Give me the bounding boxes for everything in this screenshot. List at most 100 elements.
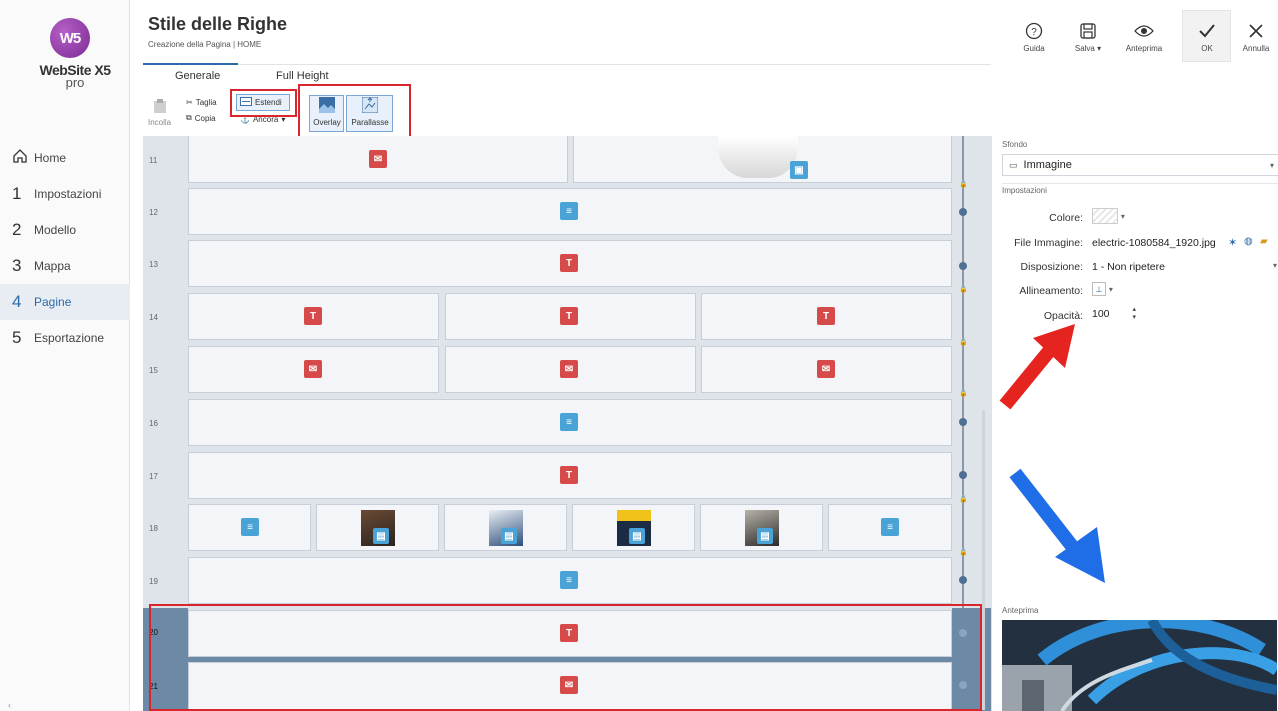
folder-icon[interactable]: ▰ [1260,236,1268,247]
cancel-label: Annulla [1242,44,1270,53]
row-number: 18 [149,524,158,533]
sidebar-item-template[interactable]: 2 Modello [0,212,130,248]
globe-icon[interactable]: ◍ [1244,236,1253,247]
ok-label: OK [1201,44,1213,53]
copy-label: Copia [194,113,216,123]
ok-button[interactable]: OK [1185,18,1229,53]
text-block-icon[interactable]: T [817,307,835,325]
highlight-selected-rows [149,604,982,711]
contact-form-icon[interactable]: ✉ [304,360,322,378]
sidebar: W5 WebSite X5 pro Home 1 Impostazioni 2 … [0,0,130,711]
opacity-stepper[interactable]: 100 ▴ ▾ [1092,306,1136,324]
chevron-down-icon: ▾ [1272,261,1277,270]
text-object-icon[interactable]: ≡ [560,571,578,589]
tab-full-height[interactable]: Full Height [276,70,329,82]
layout-select[interactable]: 1 - Non ripetere ▾ [1092,261,1277,273]
help-button[interactable]: ? Guida [1012,18,1056,53]
lock-icon[interactable]: 🔒 [959,549,968,557]
home-icon [12,148,34,169]
text-block-icon[interactable]: T [304,307,322,325]
rail-handle[interactable] [959,418,967,426]
lock-icon[interactable]: 🔒 [959,286,968,294]
preview-button[interactable]: Anteprima [1122,18,1166,53]
sidebar-item-home[interactable]: Home [0,140,130,176]
chevron-down-icon: ▾ [1120,211,1125,221]
text-block-icon[interactable]: T [560,466,578,484]
layout-value: 1 - Non ripetere [1092,261,1165,273]
card-object-icon[interactable]: ▤ [757,528,773,544]
contact-form-icon[interactable]: ✉ [817,360,835,378]
blue-arrow-annotation [1009,468,1105,583]
section-divider [1002,183,1278,184]
sidebar-item-number: 1 [12,184,22,203]
file-image-value[interactable]: electric-1080584_1920.jpg [1092,237,1216,249]
card-object-icon[interactable]: ▤ [501,528,517,544]
text-object-icon[interactable]: ≡ [241,518,259,536]
row-number: 11 [149,156,158,165]
row-number: 13 [149,260,158,269]
cancel-button[interactable]: Annulla [1234,18,1278,53]
text-object-icon[interactable]: ≡ [881,518,899,536]
sidebar-item-map[interactable]: 3 Mappa [0,248,130,284]
paste-button[interactable]: Incolla [148,98,171,127]
sidebar-item-label: Impostazioni [34,187,102,201]
sidebar-item-pages[interactable]: 4 Pagine [0,284,130,320]
rail-handle[interactable] [959,471,967,479]
sidebar-item-label: Modello [34,223,77,237]
svg-text:?: ? [1031,27,1037,38]
highlight-overlay-parallax [298,84,411,139]
check-icon [1185,18,1229,44]
sidebar-item-number: 2 [12,220,22,239]
sidebar-item-number: 5 [12,328,22,347]
text-block-icon[interactable]: T [560,254,578,272]
properties-panel: Sfondo ▭ Immagine ▾ Impostazioni Colore:… [991,136,1278,711]
cut-button[interactable]: ✂ Taglia [186,98,217,107]
color-picker[interactable]: ▾ [1092,208,1125,224]
sidebar-item-label: Esportazione [34,331,105,345]
card-object-icon[interactable]: ▤ [629,528,645,544]
opacity-value: 100 [1092,308,1110,320]
paste-label: Incolla [148,118,172,127]
row-number: 12 [149,208,158,217]
grid-scrollbar[interactable] [982,410,985,710]
card-object-icon[interactable]: ▤ [373,528,389,544]
sidebar-item-number: 4 [12,292,22,311]
row-number: 19 [149,577,158,586]
cut-label: Taglia [195,98,217,107]
sidebar-item-settings[interactable]: 1 Impostazioni [0,176,130,212]
sidebar-item-label: Mappa [34,259,71,273]
text-object-icon[interactable]: ≡ [560,202,578,220]
contact-form-icon[interactable]: ✉ [560,360,578,378]
lock-icon[interactable]: 🔒 [959,496,968,504]
text-object-icon[interactable]: ≡ [560,413,578,431]
eye-icon [1122,18,1166,44]
page-title: Stile delle Righe [148,14,288,34]
rail-handle[interactable] [959,576,967,584]
chevron-down-icon: ▾ [1269,160,1274,170]
scissors-icon: ✂ [186,98,193,107]
row-rail [962,136,964,608]
lock-icon[interactable]: 🔒 [959,181,968,189]
close-icon [1234,18,1278,44]
background-type-select[interactable]: ▭ Immagine ▾ [1002,154,1278,176]
text-block-icon[interactable]: T [560,307,578,325]
save-button[interactable]: Salva ▾ [1066,18,1110,53]
sidebar-scroll-left-icon[interactable]: ‹ [8,700,11,710]
preview-section-label: Anteprima [1002,606,1039,615]
lock-icon[interactable]: 🔒 [959,390,968,398]
sidebar-item-label: Pagine [34,295,72,309]
copy-button[interactable]: ⧉ Copia [186,113,216,123]
alignment-picker[interactable]: ⊥ ▾ [1092,282,1113,296]
color-label: Colore: [1049,212,1083,224]
rail-handle[interactable] [959,208,967,216]
help-label: Guida [1023,44,1045,53]
sidebar-item-export[interactable]: 5 Esportazione [0,320,130,356]
accessibility-icon[interactable]: ✶ [1228,236,1237,249]
contact-form-icon[interactable]: ✉ [369,150,387,168]
tab-general[interactable]: Generale [175,70,220,82]
lock-icon[interactable]: 🔒 [959,339,968,347]
background-preview-image [1002,620,1277,711]
spinner-arrows-icon[interactable]: ▴ ▾ [1132,306,1136,322]
image-object-icon[interactable]: ▣ [790,161,808,179]
rail-handle[interactable] [959,262,967,270]
